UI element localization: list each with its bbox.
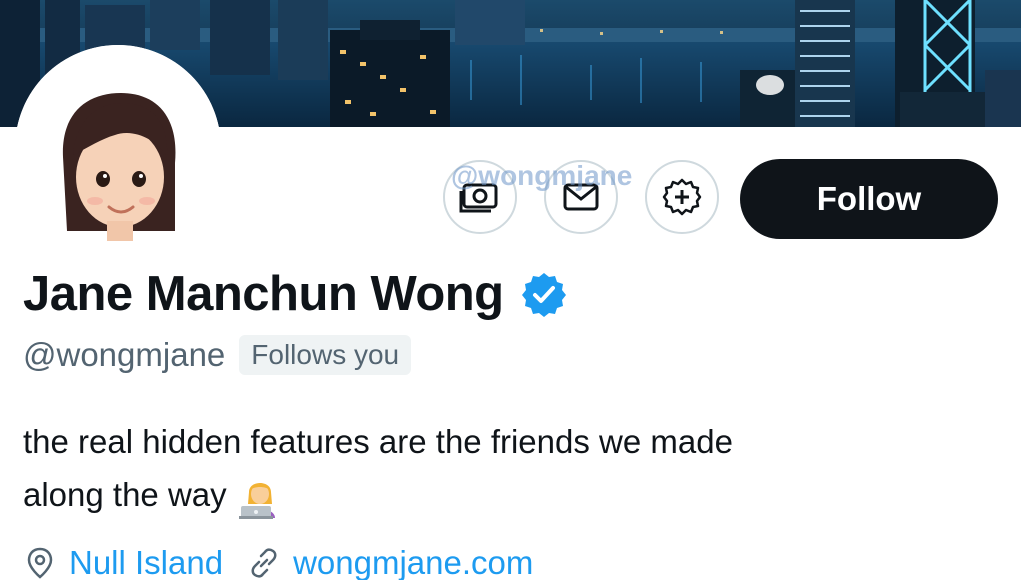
profile-meta-row: Null Island wongmjane.com <box>23 544 533 580</box>
location-pin-icon <box>23 546 57 580</box>
follow-button[interactable]: Follow <box>740 159 998 239</box>
follows-you-badge: Follows you <box>239 335 412 375</box>
bio-line-2-text: along the way <box>23 476 227 513</box>
location-text: Null Island <box>69 544 224 580</box>
website-link[interactable]: wongmjane.com <box>293 544 533 580</box>
handle: @wongmjane <box>23 336 226 373</box>
mail-icon <box>563 183 599 211</box>
woman-technologist-emoji <box>237 474 283 520</box>
link-icon <box>247 546 281 580</box>
display-name: Jane Manchun Wong <box>23 267 504 321</box>
profile-page: @wongmjane Follow Jane Manchun Wong @won… <box>0 0 1021 580</box>
avatar[interactable] <box>15 45 221 251</box>
tip-button[interactable] <box>443 160 517 234</box>
bio-line-1: the real hidden features are the friends… <box>23 423 733 460</box>
message-button[interactable] <box>544 160 618 234</box>
memoji-avatar-icon <box>15 45 221 251</box>
name-row: Jane Manchun Wong <box>23 266 568 322</box>
bio: the real hidden features are the friends… <box>23 415 983 521</box>
add-circle-icon <box>662 178 702 216</box>
money-icon <box>459 183 498 213</box>
verified-badge-icon <box>520 270 568 318</box>
subscribe-button[interactable] <box>645 160 719 234</box>
handle-row: @wongmjane Follows you <box>23 335 412 375</box>
bio-line-2: along the way <box>23 468 983 521</box>
